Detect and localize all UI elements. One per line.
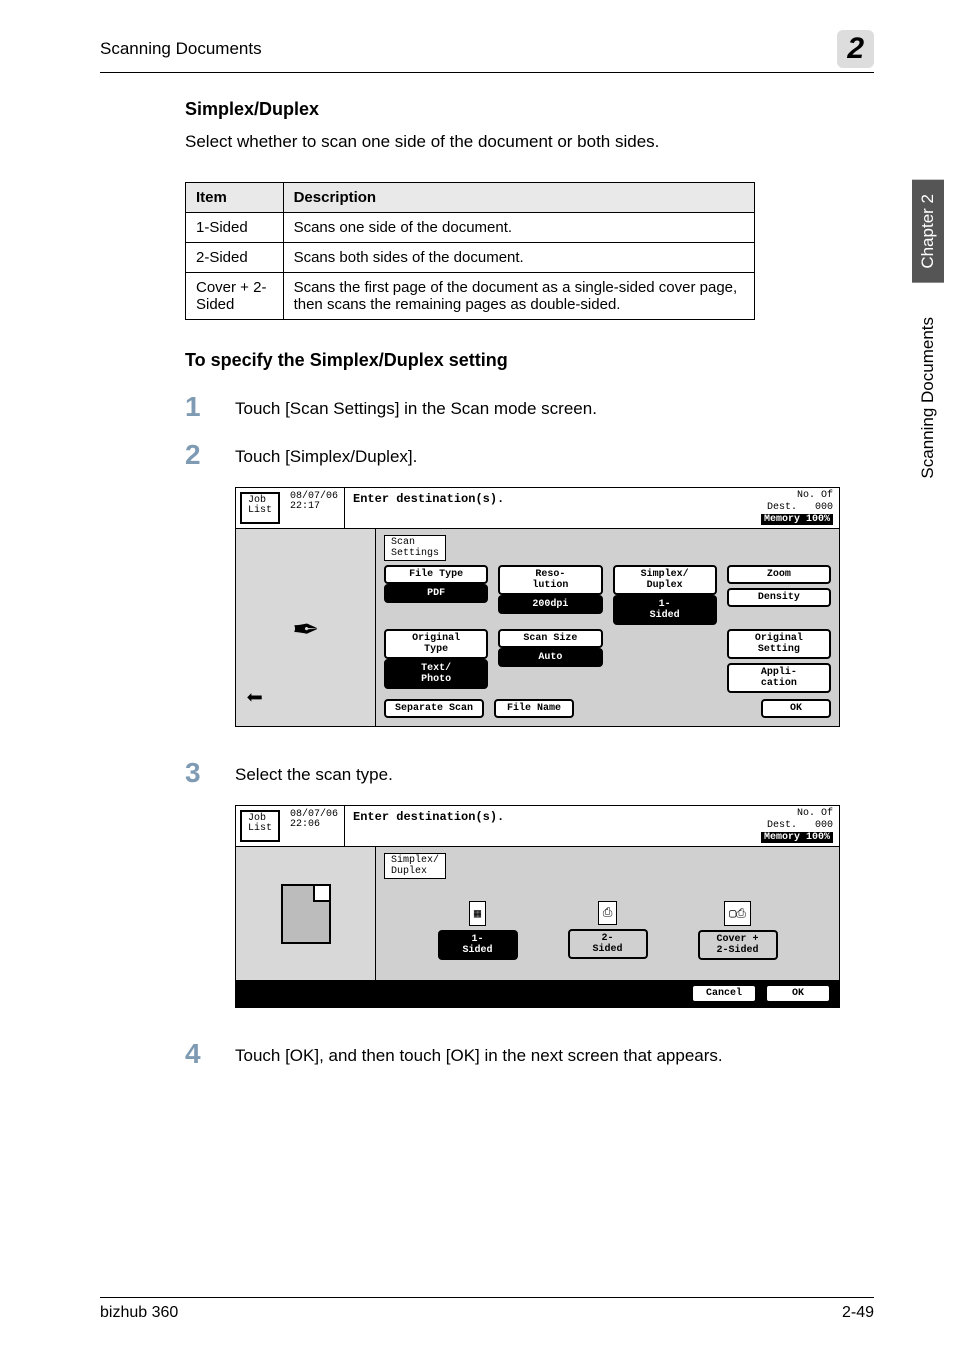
memory-status: Memory 100% [761, 832, 833, 843]
side-tab-section: Scanning Documents [912, 303, 944, 493]
enter-destination-label: Enter destination(s). [345, 806, 755, 846]
cell: 1-Sided [186, 213, 284, 243]
original-setting-button[interactable]: Original Setting [727, 629, 831, 659]
section-title: Simplex/Duplex [185, 99, 874, 120]
separate-scan-button[interactable]: Separate Scan [384, 699, 484, 718]
density-button[interactable]: Density [727, 588, 831, 607]
file-type-value: PDF [384, 584, 488, 603]
simplex-duplex-table: Item Description 1-Sided Scans one side … [185, 182, 755, 320]
scan-size-value: Auto [498, 648, 602, 667]
dest-count: 000 [815, 820, 833, 831]
file-name-button[interactable]: File Name [494, 699, 574, 718]
simplex-duplex-value: 1- Sided [613, 595, 717, 625]
step-text: Touch [Simplex/Duplex]. [235, 439, 417, 467]
original-type-button[interactable]: Original Type [384, 629, 488, 659]
timestamp: 08/07/06 22:06 [284, 806, 345, 846]
zoom-button[interactable]: Zoom [727, 565, 831, 584]
feather-icon: ✒ [293, 603, 317, 652]
footer-product: bizhub 360 [100, 1304, 178, 1322]
chapter-badge: 2 [837, 30, 874, 68]
arrow-left-icon: ⬅ [246, 681, 263, 716]
application-button[interactable]: Appli- cation [727, 663, 831, 693]
footer-page: 2-49 [842, 1304, 874, 1322]
original-type-value: Text/ Photo [384, 659, 488, 689]
step-text: Select the scan type. [235, 757, 393, 785]
section-intro: Select whether to scan one side of the d… [185, 132, 874, 152]
cell: Scans the first page of the document as … [283, 273, 754, 320]
running-header: Scanning Documents [100, 39, 262, 59]
ok-button[interactable]: OK [761, 699, 831, 718]
job-list-button[interactable]: Job List [240, 492, 280, 524]
table-row: Cover + 2-Sided Scans the first page of … [186, 273, 755, 320]
two-sided-option[interactable]: 2- Sided [568, 929, 648, 959]
resolution-button[interactable]: Reso- lution [498, 565, 602, 595]
procedure-title: To specify the Simplex/Duplex setting [185, 350, 874, 371]
screenshot-scan-settings: Job List 08/07/06 22:17 Enter destinatio… [235, 487, 840, 727]
scan-settings-tab[interactable]: Scan Settings [384, 535, 446, 561]
preview-area: ✒ ⬅ [236, 529, 375, 726]
scan-size-button[interactable]: Scan Size [498, 629, 602, 648]
timestamp: 08/07/06 22:17 [284, 488, 345, 528]
one-sided-icon: ▦ [469, 901, 486, 926]
step-number: 1 [185, 391, 235, 423]
step-number: 3 [185, 757, 235, 789]
cell: 2-Sided [186, 243, 284, 273]
table-row: 2-Sided Scans both sides of the document… [186, 243, 755, 273]
job-list-button[interactable]: Job List [240, 810, 280, 842]
resolution-value: 200dpi [498, 595, 602, 614]
ok-button[interactable]: OK [765, 984, 831, 1003]
table-row: 1-Sided Scans one side of the document. [186, 213, 755, 243]
cell: Scans both sides of the document. [283, 243, 754, 273]
cell: Cover + 2-Sided [186, 273, 284, 320]
document-icon [281, 884, 331, 944]
step-text: Touch [Scan Settings] in the Scan mode s… [235, 391, 597, 419]
step-text: Touch [OK], and then touch [OK] in the n… [235, 1038, 723, 1066]
enter-destination-label: Enter destination(s). [345, 488, 755, 528]
step-number: 2 [185, 439, 235, 471]
table-head-item: Item [186, 183, 284, 213]
screenshot-simplex-duplex: Job List 08/07/06 22:06 Enter destinatio… [235, 805, 840, 1008]
table-head-desc: Description [283, 183, 754, 213]
cover-two-sided-icon: ▢⎙ [724, 901, 751, 926]
preview-area [236, 847, 375, 980]
side-tab-chapter: Chapter 2 [912, 180, 944, 283]
simplex-duplex-tab[interactable]: Simplex/ Duplex [384, 853, 446, 879]
cell: Scans one side of the document. [283, 213, 754, 243]
cover-two-sided-option[interactable]: Cover + 2-Sided [698, 930, 778, 960]
memory-status: Memory 100% [761, 514, 833, 525]
dest-count: 000 [815, 502, 833, 513]
cancel-button[interactable]: Cancel [691, 984, 757, 1003]
file-type-button[interactable]: File Type [384, 565, 488, 584]
one-sided-option[interactable]: 1- Sided [438, 930, 518, 960]
simplex-duplex-button[interactable]: Simplex/ Duplex [613, 565, 717, 595]
two-sided-icon: ⎙ [598, 901, 618, 925]
step-number: 4 [185, 1038, 235, 1070]
